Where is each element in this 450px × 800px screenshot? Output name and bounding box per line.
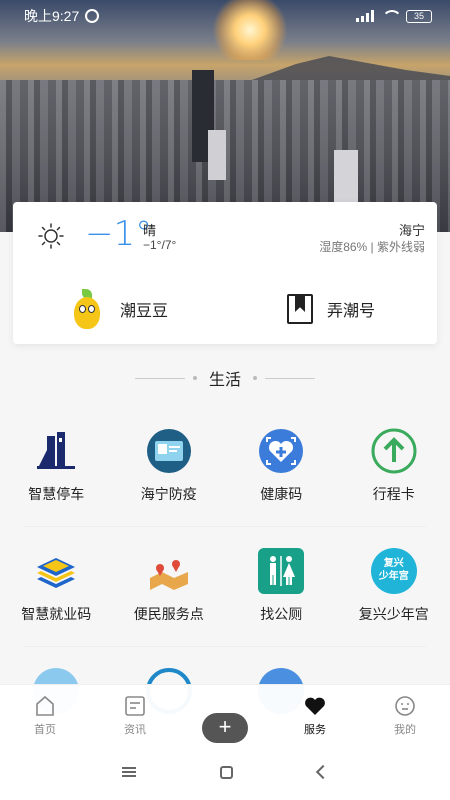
nav-label: 服务 <box>304 724 326 736</box>
alarm-icon <box>85 9 100 23</box>
weather-condition: 晴 <box>143 223 157 238</box>
youth-palace-icon: 复兴 少年宫 <box>370 548 417 594</box>
status-bar: 晚上9:27 35 <box>0 0 450 32</box>
hero-city-photo <box>0 0 450 232</box>
row-divider <box>24 646 426 647</box>
service-label: 复兴少年宫 <box>358 606 429 622</box>
bean-mascot-icon <box>70 289 106 329</box>
city-name: 海宁 <box>398 223 425 238</box>
service-label: 便民服务点 <box>133 606 204 622</box>
quick-links: 潮豆豆 弄潮号 <box>13 280 437 338</box>
divider-line <box>265 377 315 379</box>
nav-profile[interactable]: 我的 <box>360 685 450 744</box>
skyscraper <box>208 130 226 180</box>
status-time: 晚上9:27 <box>24 8 80 24</box>
nav-home[interactable]: 首页 <box>0 685 90 744</box>
health-code-icon <box>259 429 304 473</box>
weather-details: 湿度86% | 紫外线弱 <box>319 240 425 254</box>
nav-services[interactable]: 服务 <box>270 685 360 744</box>
sun-icon <box>38 223 64 249</box>
service-row: 智慧停车 海宁防疫 健康码 行程卡 <box>0 428 450 504</box>
weather-row[interactable]: −1° 晴 −1°/7° 海宁 湿度86% | 紫外线弱 <box>13 202 437 272</box>
heart-icon <box>305 697 325 715</box>
employment-layers-icon <box>37 558 76 588</box>
bookmark-icon <box>286 294 313 324</box>
quick-link-nongchaohao[interactable]: 弄潮号 <box>225 280 437 338</box>
bottom-nav: 首页 资讯 + 服务 我的 <box>0 684 450 744</box>
nav-label: 我的 <box>394 724 416 736</box>
back-icon[interactable] <box>315 764 330 780</box>
section-title: 生活 <box>208 372 241 389</box>
quick-link-label: 潮豆豆 <box>119 303 168 320</box>
quick-link-chaodoudou[interactable]: 潮豆豆 <box>13 280 225 338</box>
weather-card: −1° 晴 −1°/7° 海宁 湿度86% | 紫外线弱 潮豆豆 弄潮号 <box>13 202 437 344</box>
nav-publish[interactable]: + <box>180 685 270 744</box>
epidemic-card-icon <box>146 429 191 473</box>
menu-icon[interactable] <box>122 767 137 777</box>
service-label: 智慧就业码 <box>21 606 92 622</box>
restroom-icon <box>258 548 305 594</box>
service-convenience-point[interactable]: 便民服务点 <box>113 548 226 624</box>
divider-line <box>134 377 185 379</box>
parking-building-icon <box>37 432 76 469</box>
service-label: 行程卡 <box>372 486 415 502</box>
service-smart-parking[interactable]: 智慧停车 <box>0 428 113 504</box>
itinerary-arrow-icon <box>371 428 417 474</box>
nav-label: 首页 <box>34 724 56 736</box>
profile-icon <box>395 696 415 716</box>
nav-news[interactable]: 资讯 <box>90 685 180 744</box>
plus-icon: + <box>202 713 248 743</box>
system-nav-bar <box>0 744 450 800</box>
home-button-icon[interactable] <box>220 765 234 779</box>
service-haining-epidemic[interactable]: 海宁防疫 <box>113 428 226 504</box>
service-employment-code[interactable]: 智慧就业码 <box>0 548 113 624</box>
battery-icon: 35 <box>406 9 432 23</box>
service-label: 智慧停车 <box>28 486 85 502</box>
service-youth-palace[interactable]: 复兴 少年宫 复兴少年宫 <box>338 548 450 624</box>
service-health-code[interactable]: 健康码 <box>225 428 338 504</box>
nav-label: 资讯 <box>124 724 146 736</box>
temperature-range: −1°/7° <box>143 238 177 252</box>
quick-link-label: 弄潮号 <box>326 303 375 320</box>
signal-icon <box>356 10 374 22</box>
section-header-life: 生活 <box>0 362 450 394</box>
map-pin-icon <box>149 560 188 590</box>
news-icon <box>125 696 145 716</box>
service-find-restroom[interactable]: 找公厕 <box>225 548 338 624</box>
service-label: 健康码 <box>260 486 303 502</box>
service-label: 海宁防疫 <box>140 486 197 502</box>
skyscraper <box>334 150 358 210</box>
service-label: 找公厕 <box>260 606 303 622</box>
home-icon <box>36 695 54 716</box>
service-itinerary-card[interactable]: 行程卡 <box>338 428 450 504</box>
service-row: 智慧就业码 便民服务点 找公厕 复兴 少年宫 复兴少年宫 <box>0 548 450 624</box>
wifi-icon <box>382 10 402 22</box>
row-divider <box>24 526 426 527</box>
